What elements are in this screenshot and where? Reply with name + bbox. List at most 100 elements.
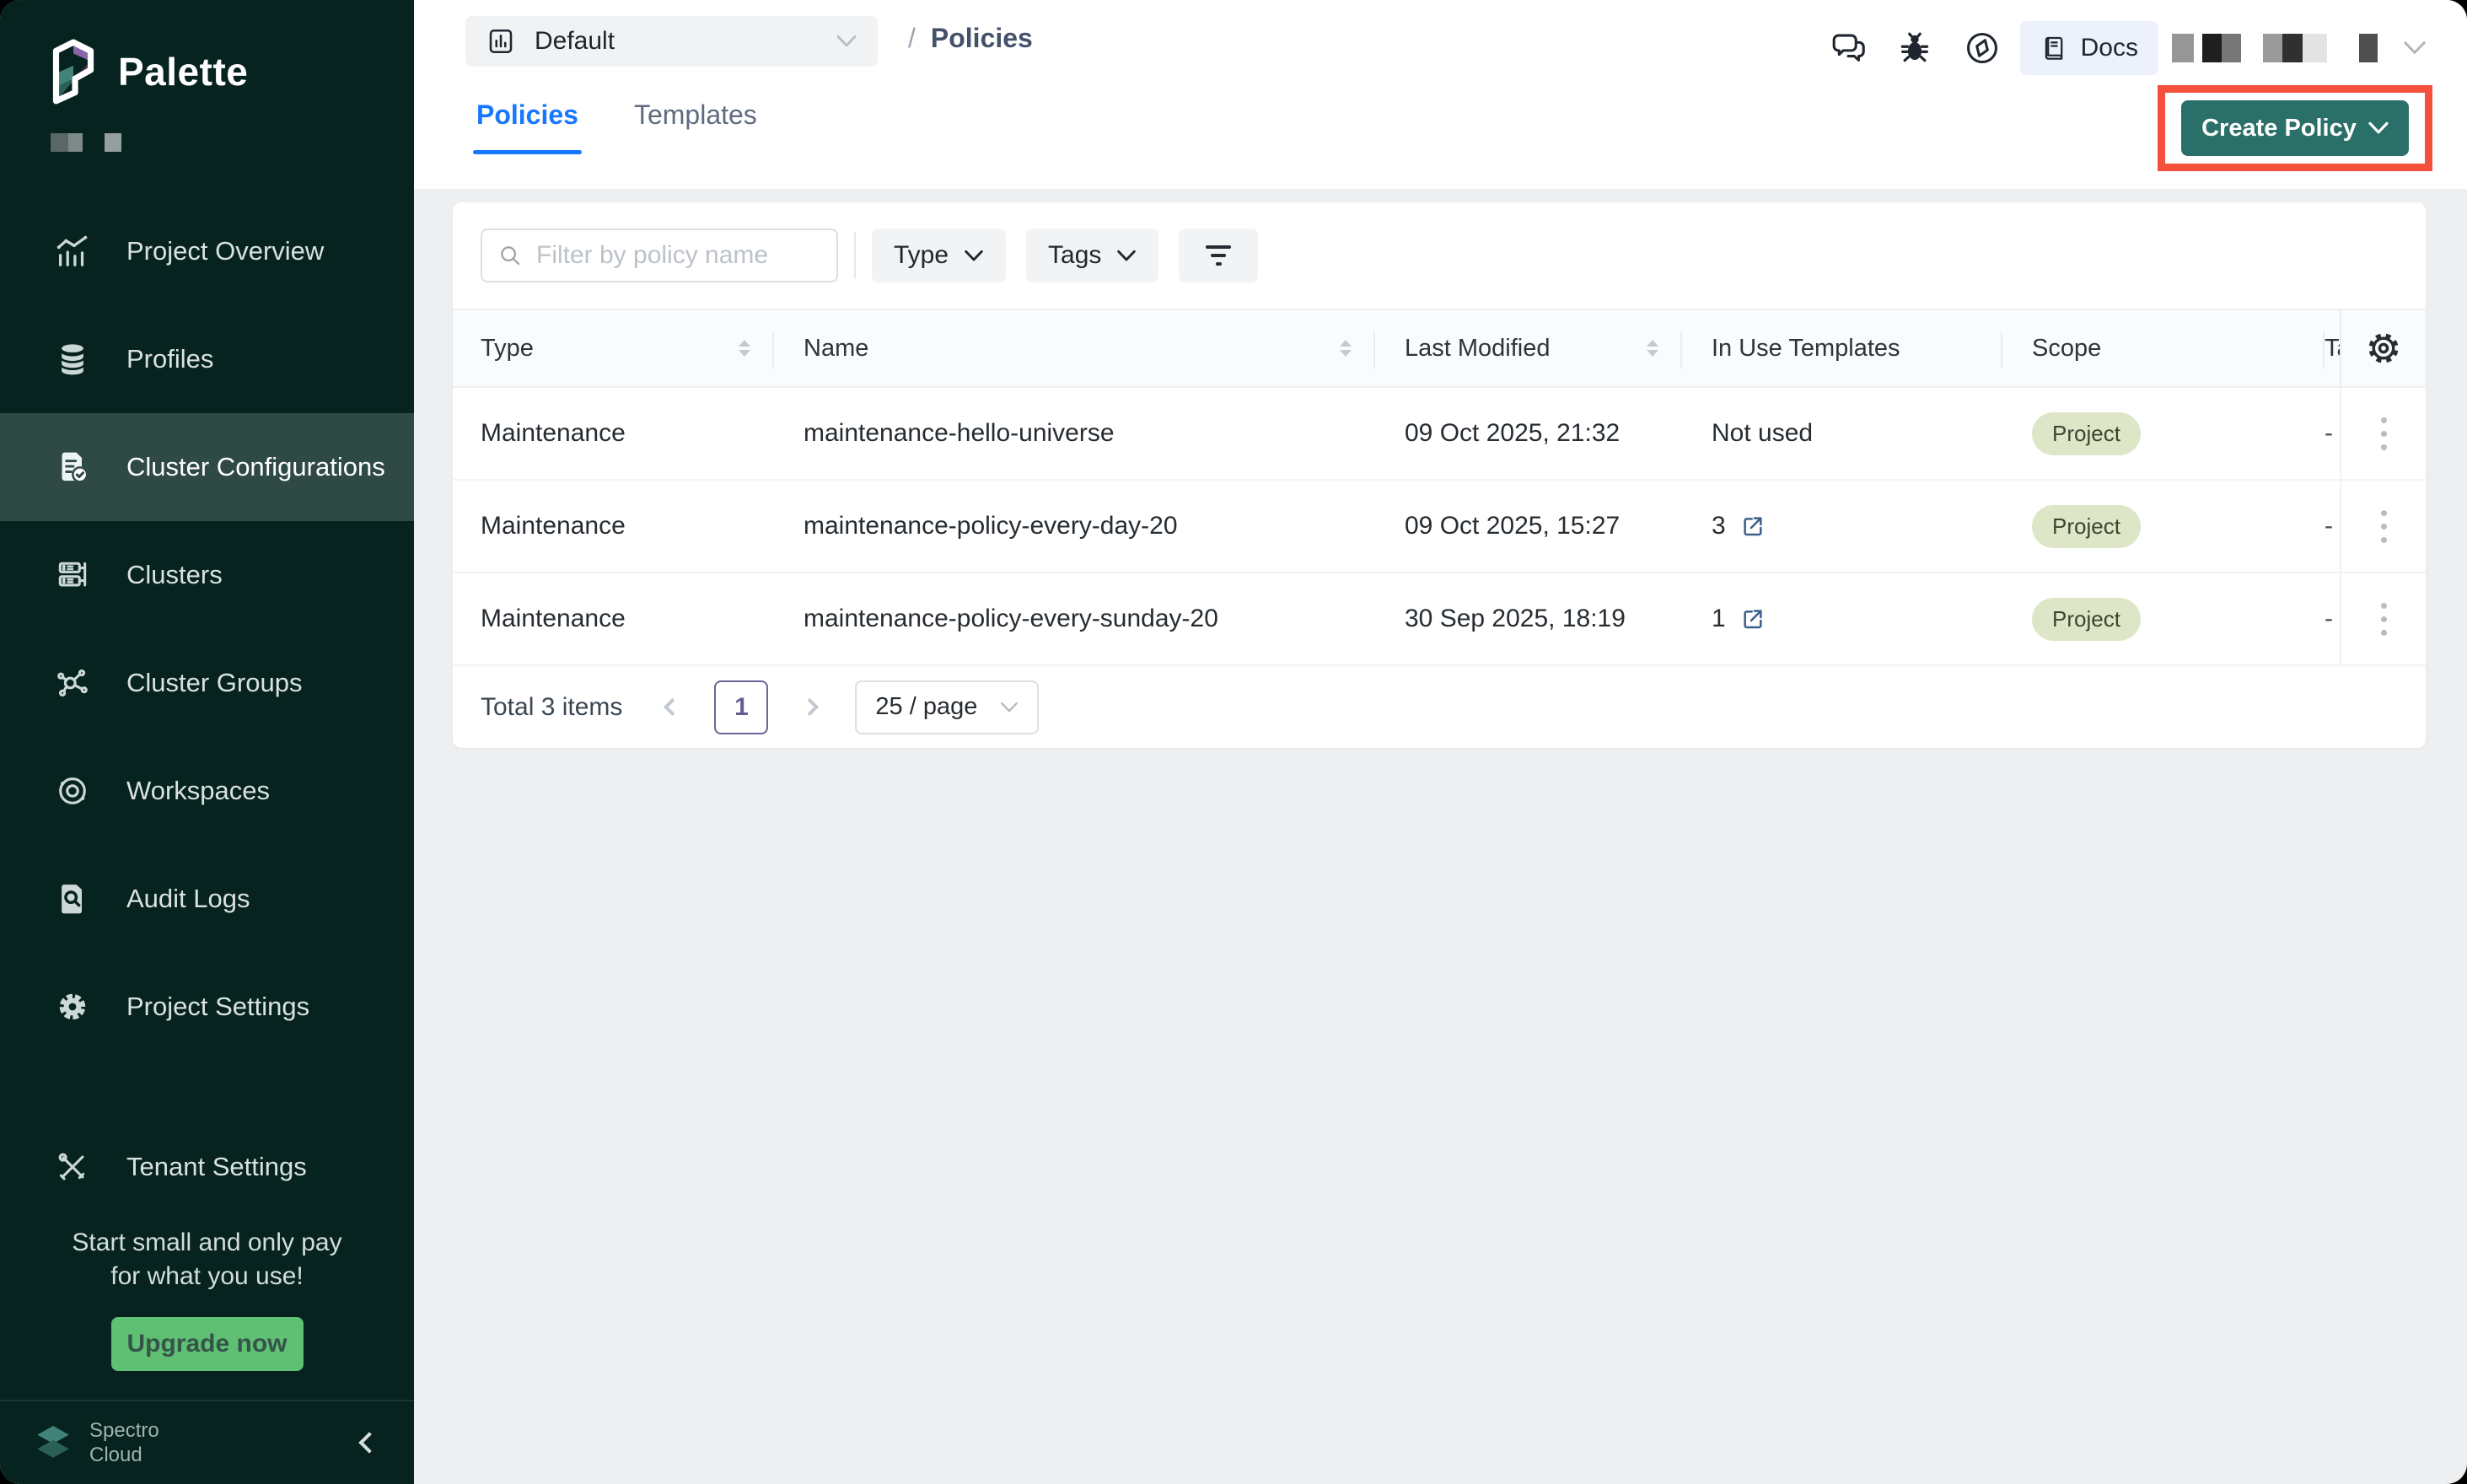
in-use-value: 1 [1712,605,1726,633]
create-policy-button[interactable]: Create Policy [2181,100,2409,156]
sidebar-item-label: Audit Logs [126,884,250,914]
filter-toolbar: Type Tags [453,202,2426,309]
table-row[interactable]: Maintenance maintenance-policy-every-sun… [453,573,2426,666]
previous-page-chevron-icon[interactable] [664,698,681,716]
filter-icon [1206,245,1231,249]
document-check-icon [52,447,93,487]
in-use-value: Not used [1712,419,1813,448]
upgrade-promo: Start small and only pay for what you us… [0,1226,414,1293]
sidebar-footer: Spectro Cloud [0,1400,414,1484]
database-icon [52,339,93,379]
policy-type: Maintenance [481,419,626,448]
sidebar-item-profiles[interactable]: Profiles [0,305,414,413]
logo-text: Palette [118,49,248,94]
in-use-templates-link[interactable]: 3 [1712,512,1766,540]
palette-logo[interactable]: Palette [0,0,414,105]
document-search-icon [52,879,93,919]
policy-name: maintenance-policy-every-day-20 [804,512,1178,540]
search-input[interactable] [536,241,821,270]
feedback-chat-icon[interactable] [1830,29,1868,67]
table-row[interactable]: Maintenance maintenance-policy-every-day… [453,481,2426,573]
row-actions-menu[interactable] [2381,603,2387,636]
breadcrumb: / Policies [908,23,1033,54]
network-nodes-icon [52,663,93,703]
spectro-cloud-logo-icon [34,1423,73,1462]
sidebar-item-cluster-groups[interactable]: Cluster Groups [0,629,414,737]
tab-templates[interactable]: Templates [634,99,757,154]
column-settings-button[interactable] [2340,310,2426,386]
book-icon [2040,34,2069,62]
explore-compass-icon[interactable] [1963,29,2002,67]
sidebar-item-clusters[interactable]: Clusters [0,521,414,629]
sidebar-item-audit-logs[interactable]: Audit Logs [0,845,414,953]
policies-card: Type Tags Type [453,202,2426,748]
column-header-type[interactable]: Type [481,310,774,386]
column-header-scope: Scope [2002,310,2325,386]
column-header-name[interactable]: Name [774,310,1375,386]
pagination-total: Total 3 items [481,693,622,722]
breadcrumb-separator: / [908,23,916,54]
sort-icon[interactable] [739,340,750,357]
tab-policies[interactable]: Policies [476,99,578,154]
project-selector-dropdown[interactable]: Default [465,16,878,67]
project-redacted-info [51,133,414,152]
pagination-bar: Total 3 items 1 25 / page [453,666,2426,748]
app-window: Palette Project Overview [0,0,2467,1484]
column-header-last-modified[interactable]: Last Modified [1375,310,1682,386]
current-page-button[interactable]: 1 [714,680,768,734]
table-header: Type Name Last Modified [453,309,2426,388]
breadcrumb-current: Policies [931,23,1033,54]
sidebar-item-project-settings[interactable]: Project Settings [0,953,414,1061]
sort-icon[interactable] [1340,340,1352,357]
sort-icon[interactable] [1647,340,1658,357]
sidebar: Palette Project Overview [0,0,414,1484]
page-size-select[interactable]: 25 / page [855,680,1039,734]
sidebar-item-label: Project Settings [126,992,309,1022]
last-modified: 09 Oct 2025, 15:27 [1405,512,1620,540]
scope-badge: Project [2032,505,2141,548]
type-filter-dropdown[interactable]: Type [872,229,1006,282]
row-actions-menu[interactable] [2381,510,2387,543]
table-row[interactable]: Maintenance maintenance-hello-universe 0… [453,388,2426,481]
upgrade-now-button[interactable]: Upgrade now [111,1317,304,1371]
redacted-block [105,133,121,152]
search-icon [497,243,523,268]
tags-value-clipped: - [2325,419,2333,448]
row-actions-menu[interactable] [2381,417,2387,450]
chevron-down-icon [836,35,857,48]
sidebar-item-label: Tenant Settings [126,1152,307,1182]
external-link-icon [1739,513,1766,540]
docs-button[interactable]: Docs [2020,21,2158,75]
promo-text-line2: for what you use! [34,1260,380,1293]
user-menu-chevron-icon[interactable] [2403,40,2427,56]
redacted-block [2202,34,2241,62]
sidebar-item-label: Cluster Groups [126,668,302,698]
sidebar-item-workspaces[interactable]: Workspaces [0,737,414,845]
tools-icon [52,1147,93,1187]
annotation-highlight-box: Create Policy [2158,85,2432,171]
sidebar-item-label: Profiles [126,344,213,374]
tags-value-clipped: - [2325,605,2333,633]
sidebar-item-label: Clusters [126,560,223,590]
sidebar-item-tenant-settings[interactable]: Tenant Settings [0,1113,414,1221]
sidebar-item-project-overview[interactable]: Project Overview [0,197,414,305]
next-page-chevron-icon[interactable] [801,698,819,716]
docs-label: Docs [2081,34,2138,62]
chevron-down-icon [1000,702,1019,713]
filter-icon-button[interactable] [1179,229,1258,282]
policy-search-box[interactable] [481,229,838,282]
report-bug-icon[interactable] [1897,30,1932,66]
tags-value-clipped: - [2325,512,2333,540]
redacted-block [2359,34,2378,62]
redacted-block [2263,34,2327,62]
spectro-cloud-wordmark: Spectro Cloud [89,1418,159,1467]
in-use-templates-link[interactable]: 1 [1712,605,1766,633]
topbar: Default / Policies [414,0,2467,189]
tags-filter-dropdown[interactable]: Tags [1026,229,1158,282]
palette-logo-icon [49,39,98,105]
sidebar-item-cluster-configurations[interactable]: Cluster Configurations [0,413,414,521]
last-modified: 09 Oct 2025, 21:32 [1405,419,1620,448]
orbit-icon [52,771,93,811]
collapse-sidebar-chevron-icon[interactable] [358,1432,379,1453]
in-use-value: 3 [1712,512,1726,540]
